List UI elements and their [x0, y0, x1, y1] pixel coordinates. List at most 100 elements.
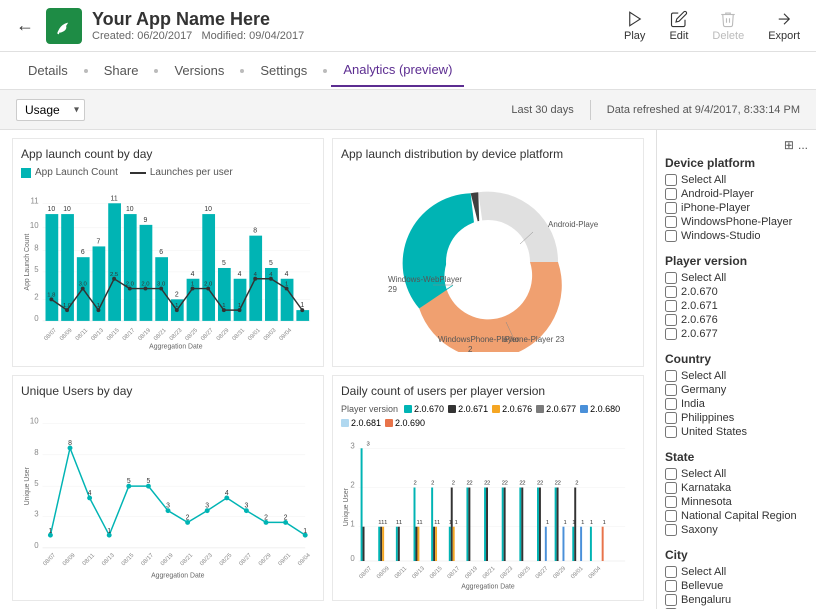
player-2671[interactable]: 2.0.671 [665, 300, 808, 312]
more-icon[interactable]: ... [798, 138, 808, 152]
state-karnataka[interactable]: Karnataka [665, 482, 808, 494]
tab-share[interactable]: Share [92, 55, 151, 86]
device-iphone[interactable]: iPhone-Player [665, 202, 808, 214]
player-2677-checkbox[interactable] [665, 328, 677, 340]
svg-text:1: 1 [175, 303, 178, 309]
svg-text:09/04: 09/04 [588, 565, 603, 580]
app-title-group: Your App Name Here Created: 06/20/2017 M… [92, 9, 624, 42]
svg-text:5: 5 [34, 479, 39, 488]
country-select-all-checkbox[interactable] [665, 370, 677, 382]
state-minnesota[interactable]: Minnesota [665, 496, 808, 508]
svg-text:08/17: 08/17 [140, 552, 155, 567]
state-ncr-checkbox[interactable] [665, 510, 677, 522]
city-select-all[interactable]: Select All [665, 566, 808, 578]
usage-select-wrapper: Usage [16, 99, 85, 121]
player-2677[interactable]: 2.0.677 [665, 328, 808, 340]
player-2670[interactable]: 2.0.670 [665, 286, 808, 298]
state-ncr[interactable]: National Capital Region [665, 510, 808, 522]
state-saxony[interactable]: Saxony [665, 524, 808, 536]
svg-text:08/21: 08/21 [153, 328, 168, 343]
country-india[interactable]: India [665, 398, 808, 410]
city-bellevue[interactable]: Bellevue [665, 580, 808, 592]
tab-settings[interactable]: Settings [248, 55, 319, 86]
delete-button[interactable]: Delete [712, 10, 744, 42]
svg-text:08/09: 08/09 [376, 565, 391, 580]
country-us[interactable]: United States [665, 426, 808, 438]
device-windowsphone[interactable]: WindowsPhone-Player [665, 216, 808, 228]
city-bellevue-checkbox[interactable] [665, 580, 677, 592]
svg-text:10: 10 [48, 206, 56, 213]
tab-versions[interactable]: Versions [162, 55, 236, 86]
usage-dropdown[interactable]: Usage [16, 99, 85, 121]
state-saxony-checkbox[interactable] [665, 524, 677, 536]
legend-2680: 2.0.680 [580, 404, 620, 414]
svg-text:8: 8 [34, 447, 39, 456]
player-2676-checkbox[interactable] [665, 314, 677, 326]
device-platform-heading: Device platform [665, 156, 808, 170]
player-2676[interactable]: 2.0.676 [665, 314, 808, 326]
svg-text:08/29: 08/29 [216, 328, 231, 343]
device-select-all[interactable]: Select All [665, 174, 808, 186]
device-select-all-checkbox[interactable] [665, 174, 677, 186]
refresh-text: Data refreshed at 9/4/2017, 8:33:14 PM [607, 104, 800, 116]
svg-text:2: 2 [350, 480, 354, 489]
svg-text:1: 1 [107, 528, 111, 535]
svg-text:2: 2 [468, 345, 473, 352]
country-philippines[interactable]: Philippines [665, 412, 808, 424]
device-iphone-checkbox[interactable] [665, 202, 677, 214]
back-button[interactable]: ← [16, 15, 34, 36]
player-2671-checkbox[interactable] [665, 300, 677, 312]
country-philippines-checkbox[interactable] [665, 412, 677, 424]
device-windows-studio-checkbox[interactable] [665, 230, 677, 242]
tab-analytics[interactable]: Analytics (preview) [331, 54, 464, 87]
state-select-all[interactable]: Select All [665, 468, 808, 480]
svg-text:Unique User: Unique User [343, 487, 350, 526]
device-windowsphone-checkbox[interactable] [665, 216, 677, 228]
svg-text:3.0: 3.0 [79, 282, 88, 288]
country-india-checkbox[interactable] [665, 398, 677, 410]
state-karnataka-checkbox[interactable] [665, 482, 677, 494]
edit-button[interactable]: Edit [669, 10, 688, 42]
svg-text:1: 1 [449, 519, 452, 525]
donut-chart-body: Android-Player 31 Windows-WebPlayer 29 W… [341, 167, 635, 357]
device-android[interactable]: Android-Player [665, 188, 808, 200]
country-germany[interactable]: Germany [665, 384, 808, 396]
svg-text:09/01: 09/01 [278, 552, 293, 567]
legend-2676-dot [492, 405, 500, 413]
legend-launch-count: App Launch Count [21, 167, 118, 178]
country-us-checkbox[interactable] [665, 426, 677, 438]
device-windows-studio[interactable]: Windows-Studio [665, 230, 808, 242]
city-select-all-checkbox[interactable] [665, 566, 677, 578]
legend-2681: 2.0.681 [341, 418, 381, 428]
svg-text:08/19: 08/19 [160, 552, 175, 567]
svg-text:09/04: 09/04 [297, 552, 312, 567]
export-button[interactable]: Export [768, 10, 800, 42]
svg-text:4: 4 [191, 271, 195, 278]
state-heading: State [665, 450, 808, 464]
player-select-all[interactable]: Select All [665, 272, 808, 284]
play-button[interactable]: Play [624, 10, 645, 42]
daily-count-svg: 3 2 1 0 [341, 432, 635, 592]
svg-text:09/03: 09/03 [263, 327, 278, 342]
country-select-all[interactable]: Select All [665, 370, 808, 382]
city-bengaluru[interactable]: Bengaluru [665, 594, 808, 606]
app-launch-chart-body: 11 10 8 5 2 0 [21, 182, 315, 352]
svg-text:1: 1 [97, 303, 100, 309]
country-germany-checkbox[interactable] [665, 384, 677, 396]
device-android-checkbox[interactable] [665, 188, 677, 200]
grid-icon[interactable]: ⊞ [784, 138, 794, 152]
svg-text:2: 2 [414, 480, 417, 486]
svg-text:08/29: 08/29 [552, 565, 567, 580]
svg-text:1: 1 [303, 528, 307, 535]
tab-details[interactable]: Details [16, 55, 80, 86]
state-select-all-checkbox[interactable] [665, 468, 677, 480]
device-platform-section: Device platform Select All Android-Playe… [665, 156, 808, 242]
state-minnesota-checkbox[interactable] [665, 496, 677, 508]
player-select-all-checkbox[interactable] [665, 272, 677, 284]
svg-text:08/19: 08/19 [137, 328, 152, 343]
legend-2690-dot [385, 419, 393, 427]
city-bengaluru-checkbox[interactable] [665, 594, 677, 606]
svg-text:08/27: 08/27 [238, 552, 253, 567]
player-2670-checkbox[interactable] [665, 286, 677, 298]
svg-text:4: 4 [285, 271, 289, 278]
